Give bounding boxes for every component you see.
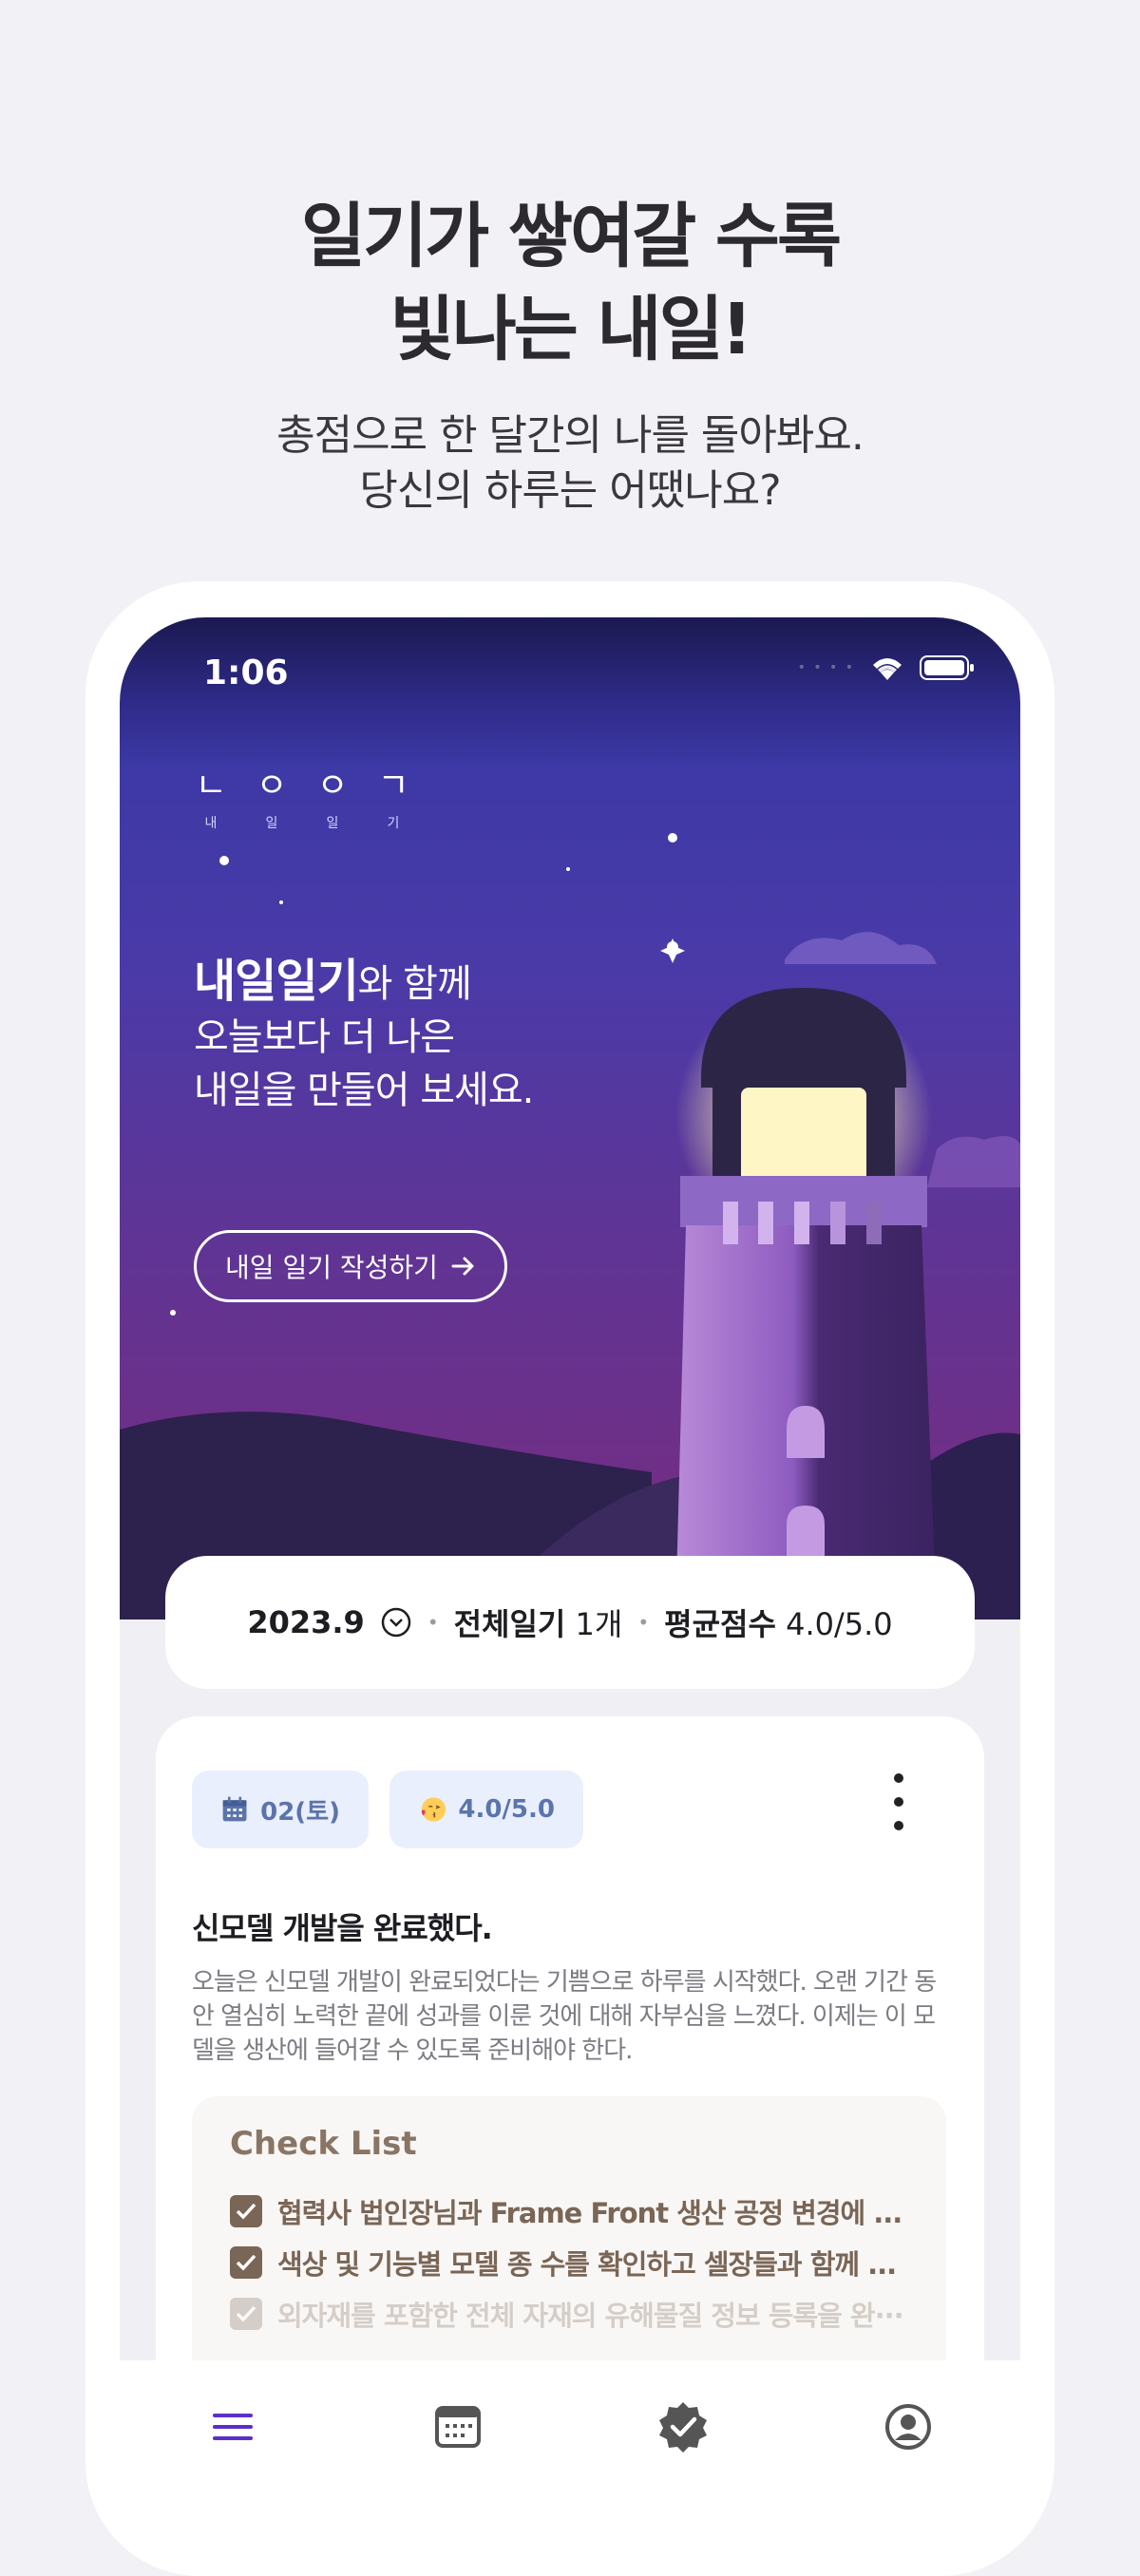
app-screen: 1:06 • • • • ㄴ ㅇ ㅇ ㄱ 내 일 일 기 내일일기와 함께 오늘… — [120, 617, 1020, 2517]
entry-date: 02(토) — [260, 1797, 340, 1827]
signal-icon: • • • • — [797, 660, 855, 675]
hero-banner: 1:06 • • • • ㄴ ㅇ ㅇ ㄱ 내 일 일 기 내일일기와 함께 오늘… — [120, 617, 1020, 1619]
promo-headline: 일기가 쌓여갈 수록 빛나는 내일! — [0, 190, 1140, 376]
monthly-summary: 2023.9 • 전체일기 1개 • 평균점수 4.0/5.0 — [165, 1556, 975, 1689]
arrow-right-icon — [451, 1257, 474, 1276]
logo-glyph: ㄱ — [377, 767, 409, 805]
subline-line-1: 총점으로 한 달간의 나를 돌아봐요. — [276, 411, 864, 460]
separator-dot: • — [427, 1611, 439, 1634]
logo-syllable: 일 — [265, 816, 278, 831]
total-diary-label: 전체일기 — [453, 1606, 566, 1642]
app-logo: ㄴ ㅇ ㅇ ㄱ 내 일 일 기 — [194, 758, 410, 832]
calendar-icon — [434, 2406, 481, 2448]
separator-dot: • — [637, 1611, 650, 1634]
calendar-icon — [222, 1796, 247, 1822]
wifi-icon — [873, 658, 902, 680]
checkbox-checked-icon[interactable] — [230, 2195, 262, 2227]
checklist-item[interactable]: 색상 및 기능별 모델 종 수를 확인하고 셀장들과 함께 ... — [230, 2243, 897, 2282]
logo-glyph: ㅇ — [256, 767, 288, 805]
entry-title: 신모델 개발을 완료했다. — [192, 1910, 493, 1946]
headline-line-1: 일기가 쌓여갈 수록 — [300, 196, 842, 277]
hero-copy: 내일일기와 함께 오늘보다 더 나은 내일을 만들어 보세요. — [194, 955, 534, 1117]
checkbox-checked-icon[interactable] — [230, 2246, 262, 2279]
score-chip: 4.0/5.0 — [390, 1771, 583, 1848]
bottom-tab-bar — [120, 2360, 1020, 2517]
total-diary-value: 1개 — [575, 1606, 623, 1642]
status-time: 1:06 — [203, 653, 289, 692]
profile-icon — [884, 2404, 931, 2450]
entry-body: 오늘은 신모델 개발이 완료되었다는 기쁨으로 하루를 시작했다. 오랜 기간 … — [192, 1968, 937, 2065]
month-selector[interactable]: 2023.9 — [247, 1604, 364, 1640]
checklist-item[interactable]: 외자재를 포함한 전체 자재의 유해물질 정보 등록을 완··· — [230, 2294, 904, 2334]
tab-home[interactable] — [199, 2393, 267, 2461]
menu-icon — [212, 2414, 253, 2440]
checklist-item-text: 외자재를 포함한 전체 자재의 유해물질 정보 등록을 완··· — [277, 2300, 904, 2332]
kissing-face-icon — [421, 1797, 446, 1822]
battery-icon — [920, 655, 974, 680]
tab-achievements[interactable] — [649, 2393, 717, 2461]
hero-line-1: 와 함께 — [357, 962, 472, 1006]
checklist-item[interactable]: 협력사 법인장님과 Frame Front 생산 공정 변경에 ... — [230, 2191, 902, 2231]
write-diary-label: 내일 일기 작성하기 — [225, 1252, 438, 1283]
tab-calendar[interactable] — [424, 2393, 492, 2461]
logo-glyph: ㅇ — [316, 767, 349, 805]
subline-line-2: 당신의 하루는 어땠나요? — [359, 466, 781, 515]
tab-profile[interactable] — [874, 2393, 942, 2461]
write-diary-button[interactable]: 내일 일기 작성하기 — [194, 1230, 507, 1302]
average-score-label: 평균점수 — [664, 1606, 776, 1642]
logo-syllable: 기 — [387, 816, 400, 831]
logo-glyph: ㄴ — [195, 767, 227, 805]
checklist-title: Check List — [230, 2125, 417, 2163]
logo-syllable: 내 — [204, 816, 218, 831]
promo-subline: 총점으로 한 달간의 나를 돌아봐요. 당신의 하루는 어땠나요? — [0, 408, 1140, 519]
badge-check-icon — [658, 2402, 707, 2453]
more-options-icon[interactable] — [889, 1773, 908, 1830]
checklist-item-text: 협력사 법인장님과 Frame Front 생산 공정 변경에 ... — [277, 2197, 902, 2229]
checklist-item-text: 색상 및 기능별 모델 종 수를 확인하고 셀장들과 함께 ... — [277, 2248, 897, 2281]
hero-line-2: 오늘보다 더 나은 — [194, 1015, 455, 1059]
logo-syllable: 일 — [326, 816, 339, 831]
hero-brand: 내일일기 — [194, 955, 359, 1008]
status-indicators: • • • • — [798, 653, 975, 682]
checkbox-checked-icon[interactable] — [230, 2298, 262, 2330]
chevron-down-icon[interactable] — [380, 1606, 412, 1638]
average-score-value: 4.0/5.0 — [786, 1606, 893, 1642]
entry-score: 4.0/5.0 — [458, 1795, 555, 1824]
hero-line-3: 내일을 만들어 보세요. — [194, 1069, 534, 1112]
date-chip: 02(토) — [192, 1771, 369, 1848]
headline-line-2: 빛나는 내일! — [390, 289, 753, 370]
